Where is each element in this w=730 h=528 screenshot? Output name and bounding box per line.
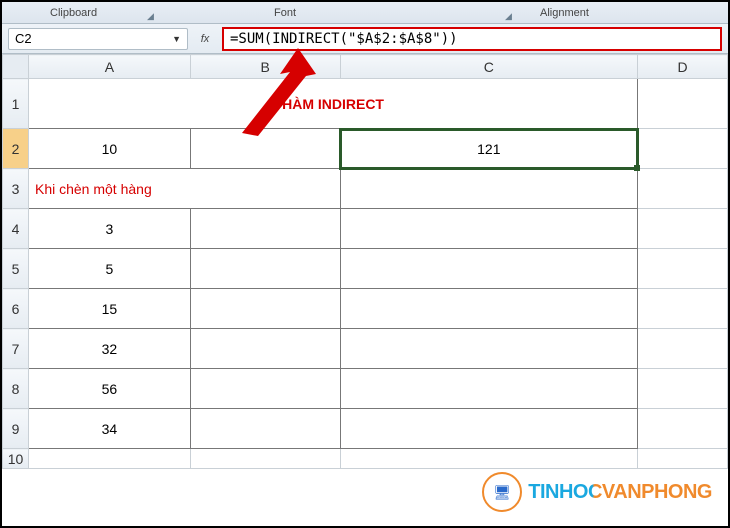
row-8: 8 56	[3, 369, 728, 409]
row-header[interactable]: 10	[3, 449, 29, 469]
row-header[interactable]: 5	[3, 249, 29, 289]
cell[interactable]	[638, 409, 728, 449]
row-1: 1 HÀM INDIRECT	[3, 79, 728, 129]
cell[interactable]	[638, 249, 728, 289]
cell-c4[interactable]	[340, 209, 638, 249]
ribbon-group-alignment: Alignment	[540, 7, 589, 19]
cell-c7[interactable]	[340, 329, 638, 369]
formula-input[interactable]	[230, 31, 714, 47]
row-5: 5 5	[3, 249, 728, 289]
ribbon-group-clipboard: Clipboard	[50, 7, 97, 19]
cell-b4[interactable]	[190, 209, 340, 249]
name-box-value: C2	[15, 31, 32, 46]
ribbon-dialog-launcher-icon[interactable]: ◢	[147, 11, 157, 21]
cell[interactable]	[638, 79, 728, 129]
row-header[interactable]: 9	[3, 409, 29, 449]
row-9: 9 34	[3, 409, 728, 449]
cell-c3[interactable]	[340, 169, 638, 209]
cell-a7[interactable]: 32	[28, 329, 190, 369]
column-header-c[interactable]: C	[340, 55, 638, 79]
spreadsheet-grid[interactable]: A B C D 1 HÀM INDIRECT 2 10 121 3 Khi ch…	[2, 54, 728, 526]
column-header-a[interactable]: A	[28, 55, 190, 79]
ribbon-dialog-launcher-icon[interactable]: ◢	[505, 11, 515, 21]
column-header-d[interactable]: D	[638, 55, 728, 79]
cell[interactable]	[28, 449, 190, 469]
row-header[interactable]: 6	[3, 289, 29, 329]
row-6: 6 15	[3, 289, 728, 329]
title-cell[interactable]: HÀM INDIRECT	[28, 79, 637, 129]
cell-a2[interactable]: 10	[28, 129, 190, 169]
cell[interactable]	[638, 129, 728, 169]
cell[interactable]	[638, 289, 728, 329]
cell-a8[interactable]: 56	[28, 369, 190, 409]
cell-a4[interactable]: 3	[28, 209, 190, 249]
cell-a6[interactable]: 15	[28, 289, 190, 329]
ribbon-group-bar: Clipboard ◢ Font ◢ Alignment	[2, 2, 728, 24]
cell[interactable]	[638, 369, 728, 409]
cells-table: A B C D 1 HÀM INDIRECT 2 10 121 3 Khi ch…	[2, 54, 728, 469]
cell-c2-selected[interactable]: 121	[340, 129, 638, 169]
cell[interactable]	[638, 329, 728, 369]
name-box-dropdown-icon[interactable]: ▼	[172, 34, 181, 44]
cell-b8[interactable]	[190, 369, 340, 409]
cell-a5[interactable]: 5	[28, 249, 190, 289]
row-3: 3 Khi chèn một hàng	[3, 169, 728, 209]
cell-c9[interactable]	[340, 409, 638, 449]
cell-b5[interactable]	[190, 249, 340, 289]
cell-a9[interactable]: 34	[28, 409, 190, 449]
row-header[interactable]: 3	[3, 169, 29, 209]
row-10: 10	[3, 449, 728, 469]
cell-b2[interactable]	[190, 129, 340, 169]
cell-c6[interactable]	[340, 289, 638, 329]
cell-a3-note[interactable]: Khi chèn một hàng	[28, 169, 340, 209]
row-header[interactable]: 2	[3, 129, 29, 169]
formula-bar: C2 ▼ fx	[2, 24, 728, 54]
fx-icon[interactable]: fx	[194, 29, 216, 49]
name-box[interactable]: C2 ▼	[8, 28, 188, 50]
row-header[interactable]: 7	[3, 329, 29, 369]
row-2: 2 10 121	[3, 129, 728, 169]
cell-c5[interactable]	[340, 249, 638, 289]
column-header-b[interactable]: B	[190, 55, 340, 79]
formula-input-highlight	[222, 27, 722, 51]
cell[interactable]	[638, 169, 728, 209]
cell-b9[interactable]	[190, 409, 340, 449]
ribbon-group-font: Font	[274, 7, 296, 19]
row-4: 4 3	[3, 209, 728, 249]
cell[interactable]	[638, 449, 728, 469]
row-header[interactable]: 8	[3, 369, 29, 409]
cell-c8[interactable]	[340, 369, 638, 409]
row-header[interactable]: 1	[3, 79, 29, 129]
row-header[interactable]: 4	[3, 209, 29, 249]
formula-bar-buttons: fx	[194, 29, 216, 49]
select-all-corner[interactable]	[3, 55, 29, 79]
cell-b6[interactable]	[190, 289, 340, 329]
cell[interactable]	[340, 449, 638, 469]
cell[interactable]	[638, 209, 728, 249]
column-header-row: A B C D	[3, 55, 728, 79]
cell-b7[interactable]	[190, 329, 340, 369]
cell[interactable]	[190, 449, 340, 469]
row-7: 7 32	[3, 329, 728, 369]
